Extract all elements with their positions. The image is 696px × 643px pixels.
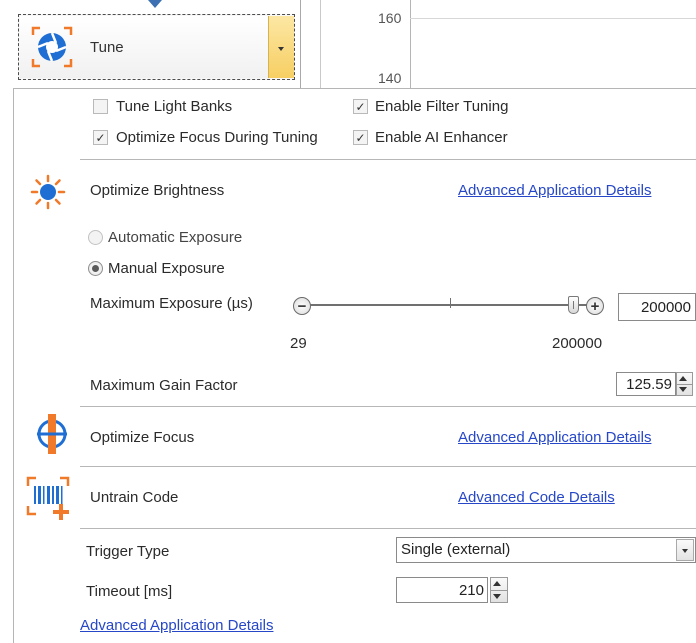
chevron-down-icon [682,549,688,553]
sun-brightness-icon [30,174,66,210]
manual-exposure-radio[interactable] [88,261,103,276]
gain-spinner[interactable] [676,372,693,396]
spin-up-icon[interactable] [493,581,501,586]
chart-y-tick: 160 [378,10,402,26]
tune-aperture-icon [31,26,73,68]
automatic-exposure-radio[interactable] [88,230,103,245]
maximum-gain-factor-value: 125.59 [626,375,672,393]
optimize-brightness-title: Optimize Brightness [90,182,225,199]
spin-down-icon[interactable] [679,387,687,392]
timeout-value: 210 [458,581,484,599]
maximum-exposure-input[interactable]: 200000 [618,293,696,321]
maximum-exposure-label: Maximum Exposure (µs) [90,295,253,312]
spin-down-icon[interactable] [493,594,501,599]
timeout-input[interactable]: 210 [396,577,488,603]
untrain-code-title: Untrain Code [90,489,179,506]
section-divider [80,466,696,467]
trigger-type-label: Trigger Type [86,543,170,560]
timeout-spinner[interactable] [490,577,508,603]
manual-exposure-label: Manual Exposure [108,260,225,277]
enable-ai-enhancer-checkbox[interactable]: ✓ [353,130,368,145]
slider-tick [450,298,451,308]
maximum-exposure-value: 200000 [640,298,691,316]
panel-border [13,88,696,89]
tune-button-label: Tune [90,39,124,56]
panel-splitter[interactable] [300,0,301,88]
barcode-add-icon [26,476,70,520]
optimize-focus-during-tuning-label: Optimize Focus During Tuning [116,129,318,146]
trigger-type-value: Single (external) [401,541,511,558]
enable-filter-tuning-label: Enable Filter Tuning [375,98,509,115]
section-divider [80,159,696,160]
footer-advanced-details-link[interactable]: Advanced Application Details [80,617,273,634]
maximum-gain-factor-input[interactable]: 125.59 [616,372,676,396]
tune-light-banks-label: Tune Light Banks [116,98,233,115]
focus-crosshair-icon [37,414,67,454]
advanced-code-details-link[interactable]: Advanced Code Details [458,489,615,506]
optimize-focus-title: Optimize Focus [90,429,195,446]
enable-filter-tuning-checkbox[interactable]: ✓ [353,99,368,114]
chart-y-tick: 140 [378,70,402,86]
chart-gridline [410,18,696,19]
chart-y-axis [410,0,411,88]
optimize-focus-during-tuning-checkbox[interactable]: ✓ [93,130,108,145]
timeout-label: Timeout [ms] [86,583,173,600]
exposure-increase-button[interactable]: + [586,297,604,315]
enable-ai-enhancer-label: Enable AI Enhancer [375,129,508,146]
focus-advanced-details-link[interactable]: Advanced Application Details [458,429,651,446]
chevron-down-icon [278,47,284,51]
section-divider [80,528,696,529]
maximum-gain-factor-label: Maximum Gain Factor [90,377,238,394]
panel-border [13,88,14,643]
automatic-exposure-label: Automatic Exposure [108,229,243,246]
spin-up-icon[interactable] [679,376,687,381]
exposure-decrease-button[interactable]: − [293,297,311,315]
tune-light-banks-checkbox[interactable] [93,99,108,114]
section-divider [80,406,696,407]
exposure-slider-thumb[interactable] [568,296,579,314]
slider-max-label: 200000 [552,335,603,352]
step-flow-arrow-icon [148,0,162,8]
slider-min-label: 29 [290,335,307,352]
brightness-advanced-details-link[interactable]: Advanced Application Details [458,182,651,199]
